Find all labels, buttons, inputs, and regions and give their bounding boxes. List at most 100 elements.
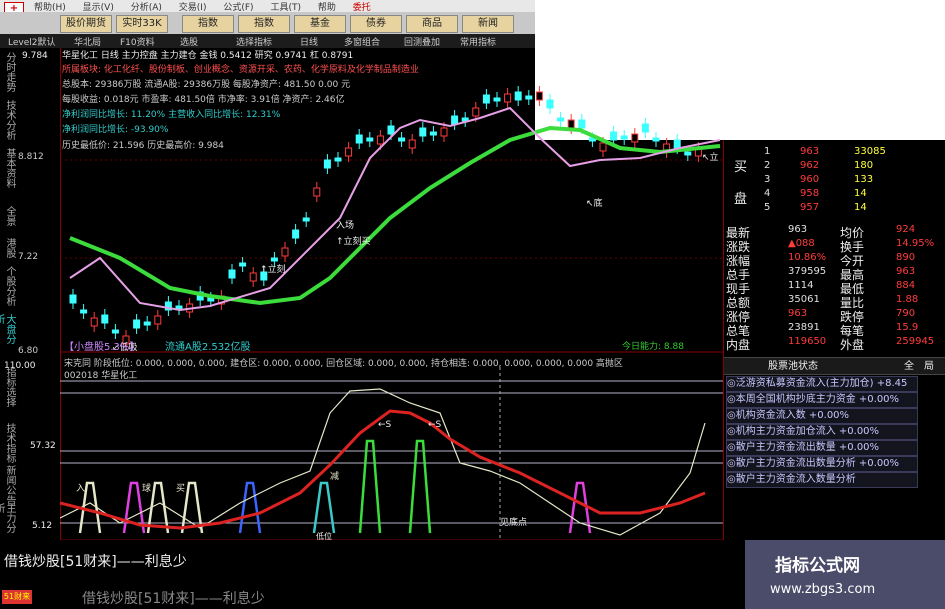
- chart-annotation: ↑立刻买: [336, 235, 371, 247]
- stock-title: 华星化工 日线 主力控盘 主力建仓 金钱 0.5412 研究 0.9741 杠 …: [62, 51, 354, 61]
- toolbar: 股价期货 实时33K 指数 指数 基金 债券 商品 新闻: [0, 12, 535, 34]
- osc-stock-code: 002018 华星化工: [64, 371, 138, 381]
- candle-body: [525, 95, 533, 100]
- quote-row: 总手 379595 最高 963: [724, 266, 945, 282]
- order-volume: 14: [854, 188, 867, 199]
- order-book-row[interactable]: 4 958 14: [724, 188, 945, 201]
- signal-spike: [312, 481, 336, 534]
- toolbar-button[interactable]: 指数: [182, 15, 234, 33]
- subbar-item[interactable]: 常用指标: [460, 35, 496, 48]
- quote-value: 23891: [788, 322, 820, 333]
- candle-body: [535, 91, 543, 101]
- fund-flow-item[interactable]: ◎泛游资私募资金流入(主力加仓) +8.45: [726, 376, 918, 392]
- order-level: 1: [764, 146, 771, 157]
- subbar-item[interactable]: 回测叠加: [404, 35, 440, 48]
- toolbar-button[interactable]: 股价期货: [60, 15, 112, 33]
- candle-body: [641, 123, 649, 133]
- toolbar-button[interactable]: 指数: [238, 15, 290, 33]
- tab-hk[interactable]: 港股: [3, 238, 15, 258]
- osc-tab[interactable]: 主力分析: [0, 503, 15, 541]
- order-volume: 180: [854, 160, 874, 171]
- quote-value: 790: [896, 308, 916, 319]
- tab-fundamentals[interactable]: 基本资料: [3, 148, 15, 188]
- order-level: 4: [764, 188, 771, 199]
- tab-market-analysis[interactable]: 大盘分析: [0, 314, 15, 353]
- candle-body: [578, 119, 586, 129]
- full-button[interactable]: 全: [904, 360, 914, 374]
- signal-label: ←S: [428, 420, 442, 430]
- pool-status-button[interactable]: 股票池状态: [768, 360, 818, 374]
- subbar-item[interactable]: 多窗组合: [344, 35, 380, 48]
- candle-body: [239, 262, 247, 267]
- candle-body: [451, 115, 459, 125]
- oscillator-chart[interactable]: 入 球 买 减 ←S ←S 见底点 低位: [60, 353, 723, 541]
- quote-row: 涨停 963 跌停 790: [724, 308, 945, 324]
- tab-intraday[interactable]: 分时走势: [3, 52, 15, 92]
- watermark-url: www.zbgs3.com: [770, 582, 876, 597]
- ad-text[interactable]: 借钱炒股[51财来]——利息少: [4, 551, 187, 571]
- order-book-row[interactable]: 1 963 33085: [724, 146, 945, 159]
- quote-value: 15.9: [896, 322, 919, 333]
- order-book-row[interactable]: 5 957 14: [724, 202, 945, 215]
- candle-body: [111, 329, 119, 334]
- fund-flow-item[interactable]: ◎本周全国机构抄底主力资金 +0.00%: [726, 392, 918, 408]
- subbar-item[interactable]: 日线: [300, 35, 318, 48]
- part-button[interactable]: 局: [924, 360, 934, 374]
- candle-body: [80, 309, 88, 314]
- osc-tab[interactable]: 指标选择: [3, 367, 15, 407]
- order-book-row[interactable]: 3 960 133: [724, 174, 945, 187]
- chart-toolbar: Level2默认 华北局 F10资料 选股 选择指标 日线 多窗组合 回测叠加 …: [0, 34, 535, 48]
- subbar-item[interactable]: F10资料: [120, 35, 155, 48]
- signal-label: 入: [76, 483, 85, 494]
- tab-technical[interactable]: 技术分析: [3, 100, 15, 140]
- fund-flow-item[interactable]: ◎机构资金流入数 +0.00%: [726, 408, 918, 424]
- quote-value: 963: [788, 224, 808, 235]
- candle-body: [567, 119, 575, 129]
- order-book-row[interactable]: 2 962 180: [724, 160, 945, 173]
- tab-panorama[interactable]: 全景: [3, 206, 15, 226]
- toolbar-button[interactable]: 商品: [406, 15, 458, 33]
- candle-body: [249, 272, 257, 282]
- fund-flow-item[interactable]: ◎散户主力资金流出数量 +0.00%: [726, 440, 918, 456]
- subbar-item[interactable]: 华北局: [74, 35, 101, 48]
- osc-tab[interactable]: 技术指标: [3, 423, 15, 463]
- quote-row: 内盘 119650 外盘 259945: [724, 336, 945, 352]
- fund-flow-item[interactable]: ◎机构主力资金加仓流入 +0.00%: [726, 424, 918, 440]
- osc-axis: 110.00 57.32 5.12 指标选择 技术指标 新闻公告 主力分析: [0, 353, 61, 541]
- osc-tab[interactable]: 新闻公告: [3, 465, 15, 505]
- ad-text[interactable]: 借钱炒股[51财来]——利息少: [82, 588, 265, 608]
- order-level: 3: [764, 174, 771, 185]
- menu-bar: 帮助(H) 显示(V) 分析(A) 交易(I) 公式(F) 工具(T) 帮助 委…: [0, 0, 535, 13]
- candle-body: [610, 131, 618, 141]
- toolbar-button[interactable]: 新闻: [462, 15, 514, 33]
- candle-body: [90, 317, 98, 327]
- quote-row: 现手 1114 最低 884: [724, 280, 945, 296]
- candle-body: [101, 314, 109, 324]
- signal-label: 球: [142, 482, 151, 494]
- quote-value: 379595: [788, 266, 827, 277]
- info-growth: 净利润同比增长: 11.20% 主营收入同比增长: 12.31%: [62, 110, 281, 120]
- tab-stock-analysis[interactable]: 个股分析: [3, 266, 15, 306]
- order-price: 957: [800, 202, 820, 213]
- toolbar-button[interactable]: 实时33K: [116, 15, 168, 33]
- candle-body: [281, 247, 289, 257]
- fund-flow-item[interactable]: ◎散户主力资金流出数量分析 +0.00%: [726, 456, 918, 472]
- subbar-item[interactable]: 选股: [180, 35, 198, 48]
- candle-body: [228, 269, 236, 279]
- candle-body: [493, 97, 501, 102]
- order-volume: 133: [854, 174, 874, 185]
- subbar-item[interactable]: 选择指标: [236, 35, 272, 48]
- toolbar-button[interactable]: 基金: [294, 15, 346, 33]
- toolbar-button[interactable]: 债券: [350, 15, 402, 33]
- fund-flow-item[interactable]: ◎散户主力资金流入数量分析: [726, 472, 918, 488]
- info-sector: 所属板块: 化工化纤、股份制板、创业概念、资源开采、农药、化学原料及化学制品制造…: [62, 65, 419, 75]
- signal-label: 买: [176, 483, 185, 494]
- float-shares: 流通A股2.532亿股: [165, 342, 251, 353]
- info-history: 历史最低价: 21.596 历史最高价: 9.984: [62, 141, 224, 151]
- price-label: 9.784: [22, 51, 48, 61]
- status-bar: 股票池状态 全 局: [724, 357, 945, 375]
- subbar-item[interactable]: Level2默认: [8, 35, 55, 48]
- left-axis: 分时走势 技术分析 基本资料 全景 港股 个股分析 大盘分析 9.784 8.8…: [0, 48, 61, 356]
- stock-info-overlay: 华星化工 日线 主力控盘 主力建仓 金钱 0.5412 研究 0.9741 杠 …: [62, 48, 442, 188]
- signal-label: 减: [330, 470, 339, 482]
